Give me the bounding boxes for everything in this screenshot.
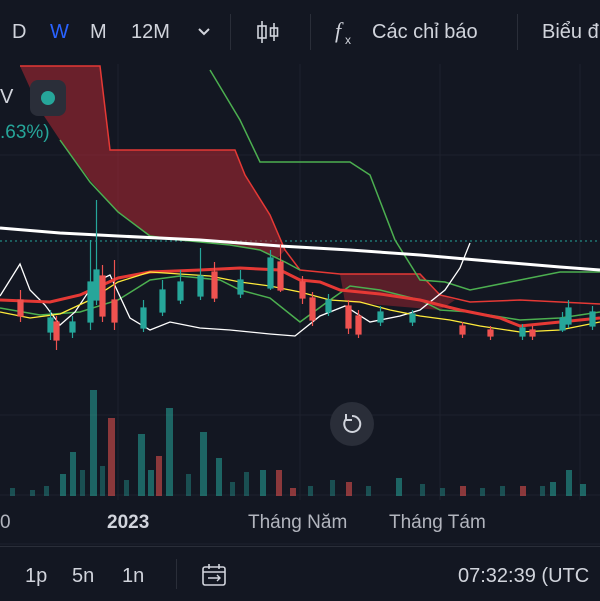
time-axis-label: 2023 — [107, 512, 150, 533]
svg-text:x: x — [345, 33, 351, 46]
time-axis-label: Tháng Năm — [248, 512, 348, 533]
chart-pane[interactable]: V .63%) 0 2023 Tháng Năm Tháng Tám — [0, 64, 600, 546]
interval-month-button[interactable]: M — [90, 18, 107, 46]
toolbar-divider — [310, 14, 311, 50]
range-1p-button[interactable]: 1p — [25, 565, 47, 588]
bottom-toolbar: 1p 5n 1n 07:32:39 (UTC — [0, 546, 600, 601]
svg-text:f: f — [335, 18, 344, 43]
reset-rotate-icon — [343, 414, 362, 433]
legend-status-button[interactable] — [30, 80, 66, 116]
range-5n-button[interactable]: 5n — [72, 565, 94, 588]
volume-bars — [10, 390, 586, 496]
interval-12m-button[interactable]: 12M — [131, 18, 170, 46]
toolbar-divider — [230, 14, 231, 50]
chikou-span — [209, 69, 600, 291]
reset-chart-button[interactable] — [330, 402, 374, 446]
time-axis-label: 0 — [0, 512, 11, 533]
indicators-button[interactable]: Các chỉ báo — [372, 18, 478, 46]
price-chart-canvas[interactable] — [0, 64, 600, 546]
market-open-dot-icon — [41, 91, 55, 105]
bottom-divider — [176, 559, 177, 589]
chart-type-menu-button[interactable]: Biểu đ — [542, 18, 599, 46]
interval-week-button[interactable]: W — [50, 18, 69, 46]
time-axis-label: Tháng Tám — [389, 512, 486, 533]
go-to-date-calendar-icon[interactable] — [200, 563, 230, 595]
top-toolbar: D W M 12M f x Các chỉ báo Biểu đ — [0, 0, 600, 64]
legend-change-percent: .63%) — [0, 122, 50, 143]
candlestick-chart-type-icon[interactable] — [254, 18, 282, 46]
legend-symbol: V — [0, 86, 14, 108]
timezone-clock[interactable]: 07:32:39 (UTC — [458, 565, 589, 588]
range-1n-button[interactable]: 1n — [122, 565, 144, 588]
interval-dropdown-chevron-icon[interactable] — [196, 18, 212, 46]
toolbar-divider — [517, 14, 518, 50]
interval-day-button[interactable]: D — [12, 18, 26, 46]
indicators-fx-icon[interactable]: f x — [332, 18, 360, 47]
